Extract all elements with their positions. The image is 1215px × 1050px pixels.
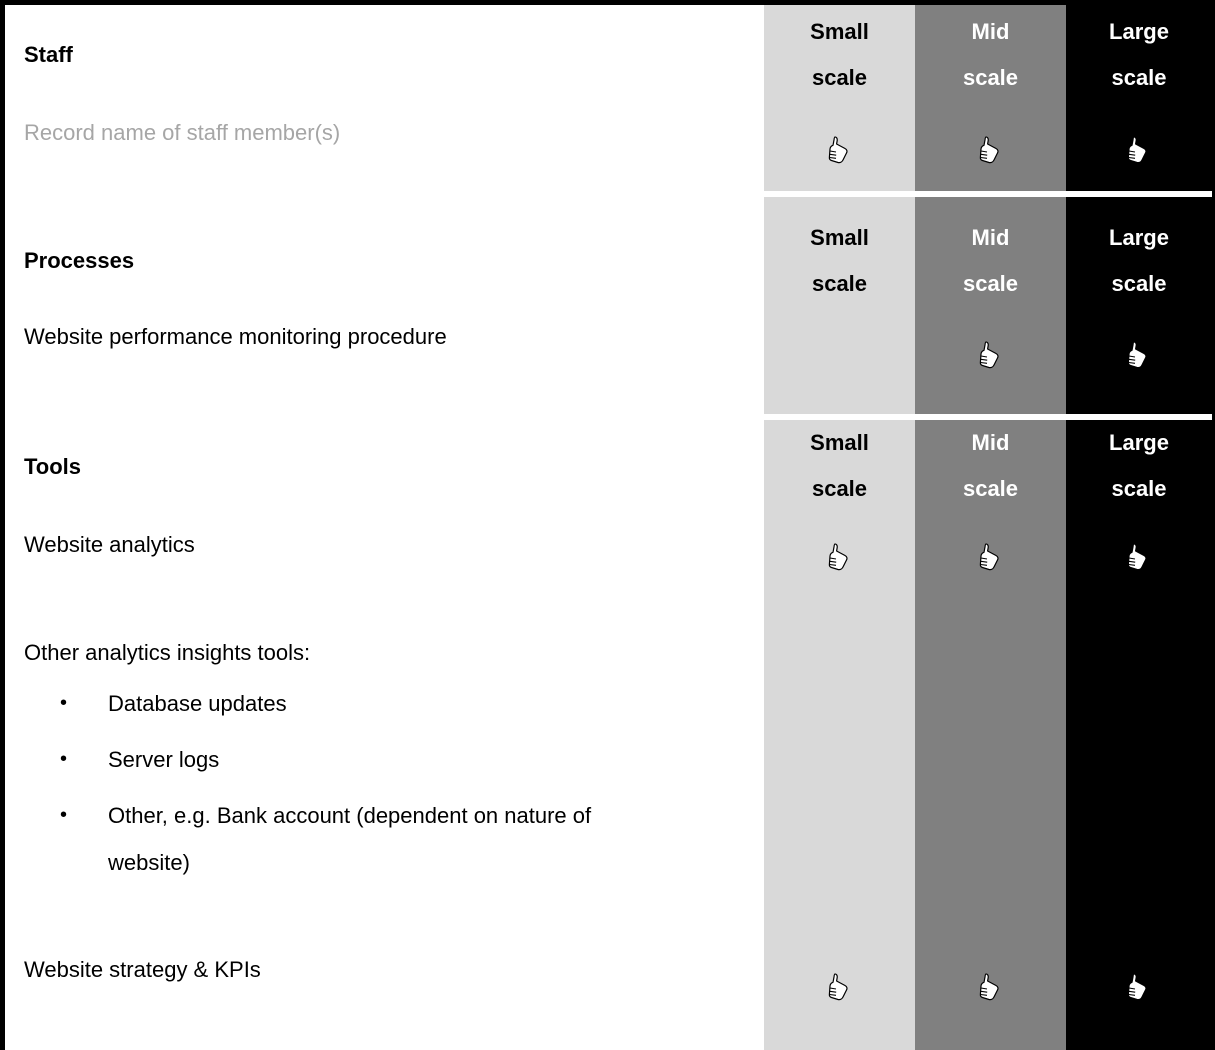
thumbs-up-icon — [1066, 970, 1212, 1004]
bullet-marker: • — [60, 748, 68, 770]
mid-scale-header: Mid scale — [962, 19, 1019, 90]
tool-item-analytics: Website analytics — [24, 532, 195, 557]
bullet-item: Server logs — [108, 747, 220, 772]
section-gap — [764, 191, 1212, 197]
tools-heading: Tools — [24, 454, 82, 479]
staff-heading: Staff — [24, 42, 73, 67]
large-scale-header: Large scale — [1109, 430, 1169, 501]
thumbs-up-icon — [915, 540, 1066, 574]
process-item: Website performance monitoring procedure — [24, 324, 447, 349]
tool-item-other-insights: Other analytics insights tools: — [24, 640, 311, 665]
thumbs-up-icon — [1066, 133, 1212, 167]
bullet-marker: • — [60, 692, 68, 714]
bullet-item: Database updates — [108, 691, 287, 716]
processes-heading: Processes — [24, 248, 135, 273]
large-scale-header: Large scale — [1109, 19, 1169, 90]
thumbs-up-icon — [915, 133, 1066, 167]
tool-item-strategy: Website strategy & KPIs — [24, 957, 261, 982]
mid-scale-header: Mid scale — [962, 430, 1019, 501]
small-scale-header: Small scale — [810, 19, 869, 90]
bullet-marker: • — [60, 804, 68, 826]
small-scale-header: Small scale — [810, 430, 869, 501]
large-scale-header: Large scale — [1109, 225, 1169, 296]
thumbs-up-icon — [1066, 338, 1212, 372]
bullet-item-continued: website) — [108, 850, 190, 875]
thumbs-up-icon — [915, 338, 1066, 372]
staff-record-name: Record name of staff member(s) — [24, 120, 341, 145]
small-scale-header: Small scale — [810, 225, 869, 296]
thumbs-up-icon — [764, 133, 915, 167]
thumbs-up-icon — [764, 540, 915, 574]
thumbs-up-icon — [764, 970, 915, 1004]
bullet-item: Other, e.g. Bank account (dependent on n… — [108, 803, 592, 828]
thumbs-up-icon — [1066, 540, 1212, 574]
thumbs-up-icon — [915, 970, 1066, 1004]
mid-scale-header: Mid scale — [962, 225, 1019, 296]
page-border-left — [0, 0, 5, 1050]
